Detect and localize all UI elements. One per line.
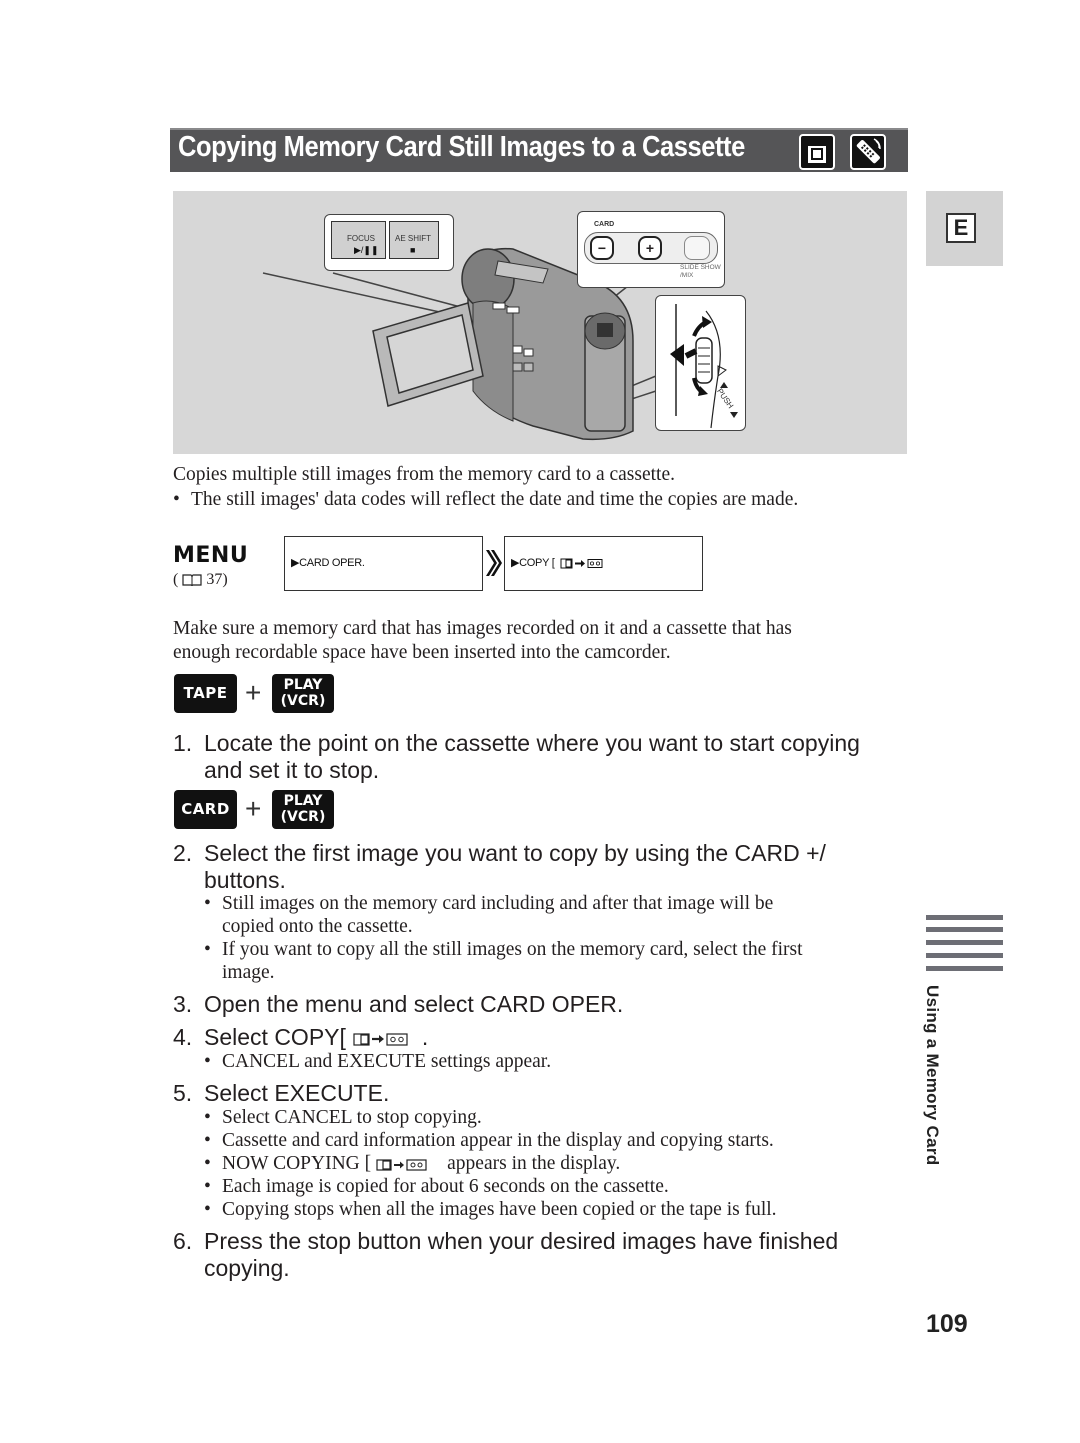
page-number: 109 — [926, 1310, 968, 1338]
card-mode-badge: CARD — [174, 790, 237, 829]
side-stripe — [926, 966, 1003, 971]
menu-box-copy: ▶COPY [ — [504, 536, 703, 591]
menu-label: MENU — [173, 543, 249, 568]
chapter-side-label: Using a Memory Card — [923, 985, 942, 1166]
step-2: 2. Select the first image you want to co… — [173, 840, 826, 866]
slide-show-button — [684, 236, 710, 260]
step-5-bullet-5: • Copying stops when all the images have… — [204, 1199, 777, 1220]
title-bar: Copying Memory Card Still Images to a Ca… — [170, 128, 908, 172]
card-plus-button: + — [638, 236, 662, 260]
step-1: 1. Locate the point on the cassette wher… — [173, 730, 860, 756]
step-1-cont: and set it to stop. — [204, 757, 380, 783]
step-6-cont: copying. — [204, 1255, 290, 1281]
side-stripe — [926, 953, 1003, 958]
step-5-bullet-2: • Cassette and card information appear i… — [204, 1130, 774, 1151]
book-icon — [182, 574, 202, 587]
side-stripe — [926, 940, 1003, 945]
section-tab-letter: E — [946, 213, 976, 243]
card-to-tape-icon — [353, 1033, 408, 1046]
camcorder-illustration: FOCUS ▶/❚❚ AE SHIFT ■ CARD − + SLIDE SHO… — [173, 191, 907, 454]
step-2-bullet-1: • Still images on the memory card includ… — [204, 893, 774, 937]
page-title: Copying Memory Card Still Images to a Ca… — [178, 131, 745, 163]
plus-sign: + — [245, 793, 262, 824]
section-tab: E — [926, 191, 1003, 266]
callout-dial: PUSH — [655, 295, 746, 431]
prereq-line-1: Make sure a memory card that has images … — [173, 618, 792, 639]
intro-text: Copies multiple still images from the me… — [173, 464, 676, 485]
step-5-bullet-4: • Each image is copied for about 6 secon… — [204, 1176, 669, 1197]
step-3: 3. Open the menu and select CARD OPER. — [173, 991, 624, 1017]
menu-next-arrow-icon — [485, 547, 502, 579]
side-stripe — [926, 915, 1003, 920]
play-vcr-badge: PLAY (VCR) — [272, 674, 334, 713]
memory-card-icon — [799, 134, 835, 170]
play-vcr-badge: PLAY (VCR) — [272, 790, 334, 829]
play-pause-icon: ▶/❚❚ — [354, 245, 379, 255]
menu-page-reference: ( 37) — [173, 571, 228, 588]
card-to-tape-icon — [376, 1158, 427, 1171]
remote-control-icon — [850, 134, 886, 170]
intro-bullet: • The still images' data codes will refl… — [173, 489, 799, 510]
tape-mode-badge: TAPE — [174, 674, 237, 713]
step-2-bullet-2: • If you want to copy all the still imag… — [204, 939, 803, 983]
step-4-bullet-1: • CANCEL and EXECUTE settings appear. — [204, 1051, 552, 1072]
stop-icon: ■ — [410, 245, 416, 255]
prereq-line-2: enough recordable space have been insert… — [173, 642, 671, 663]
camcorder-drawing — [262, 247, 657, 441]
card-to-tape-icon — [560, 558, 603, 569]
dial-drawing — [670, 304, 738, 429]
step-5-bullet-3: • NOW COPYING [appears in the display. — [204, 1153, 621, 1174]
menu-box-card-oper: ▶CARD OPER. — [284, 536, 483, 591]
step-4: 4. Select COPY[. — [173, 1024, 429, 1050]
card-minus-button: − — [590, 236, 614, 260]
step-2-cont: buttons. — [204, 867, 286, 893]
side-stripe — [926, 927, 1003, 932]
ae-shift-button: AE SHIFT ■ — [389, 221, 439, 259]
step-5-bullet-1: • Select CANCEL to stop copying. — [204, 1107, 482, 1128]
focus-button: FOCUS ▶/❚❚ — [331, 221, 386, 259]
callout-card-buttons: CARD − + SLIDE SHOW /MIX — [577, 211, 725, 288]
callout-focus-buttons: FOCUS ▶/❚❚ AE SHIFT ■ — [324, 214, 454, 271]
plus-sign: + — [245, 677, 262, 708]
step-6: 6. Press the stop button when your desir… — [173, 1228, 839, 1254]
step-5: 5. Select EXECUTE. — [173, 1080, 390, 1106]
